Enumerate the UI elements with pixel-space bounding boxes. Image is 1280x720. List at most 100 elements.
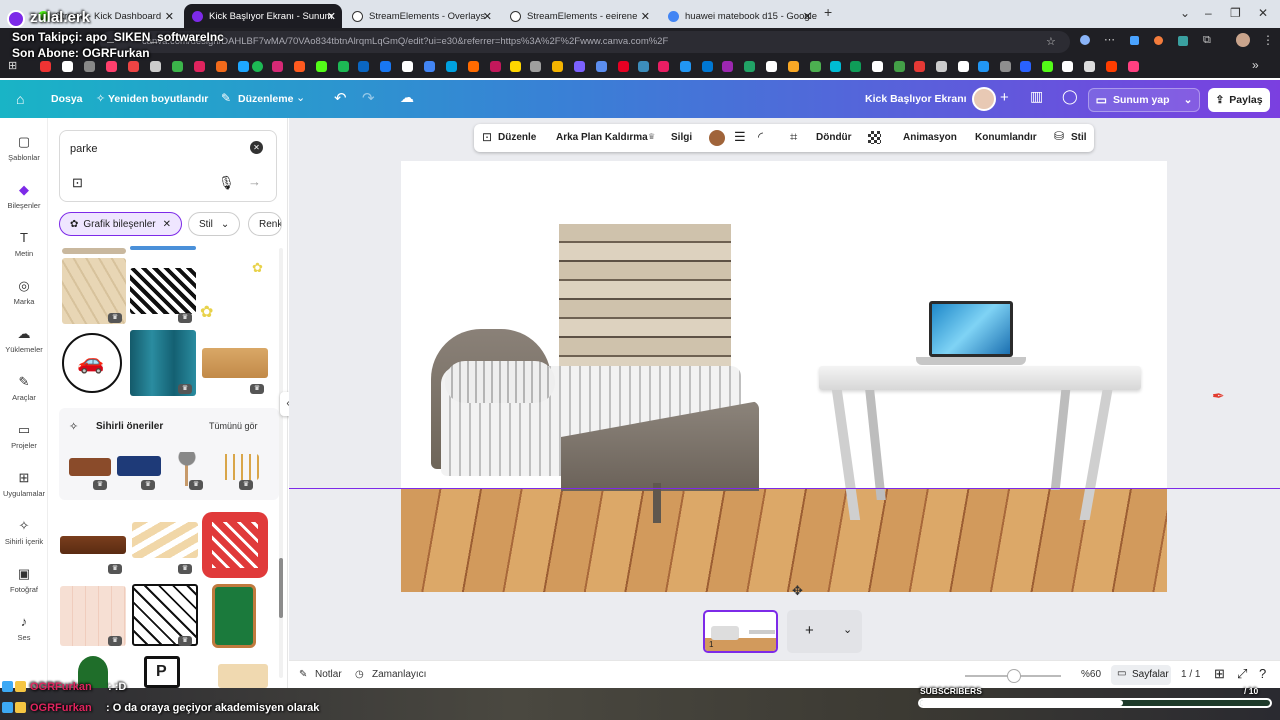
zoom-slider-thumb[interactable] bbox=[1007, 669, 1021, 683]
result-thumbnail-wood-planks[interactable] bbox=[132, 522, 198, 558]
bookmark-icon[interactable] bbox=[638, 61, 649, 72]
filter-chip-color[interactable]: Renk bbox=[248, 212, 282, 236]
undo-icon[interactable]: ↶ bbox=[334, 89, 347, 107]
extension-icon[interactable] bbox=[1178, 36, 1188, 46]
filter-chip-graphics[interactable]: ✿ Grafik bileşenler ✕ bbox=[59, 212, 183, 236]
tab-canva-design[interactable]: Kick Başlıyor Ekranı - Sunum ✕ bbox=[184, 4, 342, 28]
present-button[interactable]: ▭ Sunum yap ⌄ bbox=[1088, 88, 1200, 112]
bookmark-icon[interactable] bbox=[658, 61, 669, 72]
file-menu[interactable]: Dosya bbox=[51, 93, 83, 105]
bookmark-icon[interactable] bbox=[702, 61, 713, 72]
move-handle-icon[interactable]: ✥ bbox=[792, 583, 803, 599]
edit-button[interactable]: Düzenle bbox=[498, 132, 536, 143]
tab-search-chevron-icon[interactable]: ⌄ bbox=[1180, 6, 1190, 20]
suggestion-lamps[interactable] bbox=[219, 454, 259, 480]
bookmark-icon[interactable] bbox=[596, 61, 607, 72]
bookmark-icon[interactable] bbox=[1084, 61, 1095, 72]
bookmark-icon[interactable] bbox=[194, 61, 205, 72]
chevron-down-icon[interactable]: ⌄ bbox=[843, 623, 852, 636]
help-icon[interactable]: ? bbox=[1259, 666, 1266, 681]
result-thumbnail-car-icon[interactable]: 🚗 bbox=[62, 333, 122, 393]
rail-item[interactable]: ⊞ Uygulamalar bbox=[0, 470, 48, 498]
rail-item[interactable]: ✎ Araçlar bbox=[0, 374, 48, 402]
bookmark-icon[interactable] bbox=[238, 61, 249, 72]
transparency-icon[interactable] bbox=[868, 131, 881, 144]
bookmark-icon[interactable] bbox=[84, 61, 95, 72]
timer-button[interactable]: Zamanlayıcı bbox=[372, 669, 426, 680]
bookmark-icon[interactable] bbox=[978, 61, 989, 72]
search-input[interactable]: parke bbox=[70, 143, 98, 155]
bookmark-icon[interactable] bbox=[1062, 61, 1073, 72]
result-thumbnail-green-board[interactable] bbox=[212, 584, 256, 648]
bookmark-icon[interactable] bbox=[872, 61, 883, 72]
redo-icon[interactable]: ↷ bbox=[362, 89, 375, 107]
result-thumbnail-red-parquet[interactable] bbox=[202, 512, 268, 578]
pages-button[interactable]: ▭ Sayfalar bbox=[1111, 665, 1171, 685]
design-title[interactable]: Kick Başlıyor Ekranı bbox=[865, 93, 967, 105]
bookmark-icon[interactable] bbox=[1128, 61, 1139, 72]
bookmarks-more-icon[interactable]: » bbox=[1252, 58, 1259, 72]
bookmark-icon[interactable] bbox=[552, 61, 563, 72]
rail-item[interactable]: ▣ Fotoğraf bbox=[0, 566, 48, 594]
bookmark-icon[interactable] bbox=[216, 61, 227, 72]
page-thumbnail[interactable]: 1 bbox=[703, 610, 778, 653]
close-icon[interactable]: ✕ bbox=[803, 10, 812, 23]
extensions-puzzle-icon[interactable]: ⧉ bbox=[1203, 34, 1211, 47]
rail-item[interactable]: ✧ Sihirli İçerik bbox=[0, 518, 48, 546]
bookmark-icon[interactable] bbox=[106, 61, 117, 72]
bookmark-icon[interactable] bbox=[294, 61, 305, 72]
rail-item[interactable]: ◆ Bileşenler bbox=[0, 182, 48, 210]
bookmark-icon[interactable] bbox=[722, 61, 733, 72]
share-button[interactable]: ⇪ Paylaş bbox=[1208, 88, 1270, 112]
bookmark-icon[interactable] bbox=[618, 61, 629, 72]
bookmark-icon[interactable] bbox=[128, 61, 139, 72]
search-arrow-icon[interactable]: → bbox=[248, 174, 261, 189]
result-thumbnail-plank[interactable] bbox=[218, 664, 268, 688]
editing-mode-dropdown[interactable]: Düzenleme bbox=[238, 93, 293, 105]
window-close-icon[interactable]: ✕ bbox=[1258, 6, 1268, 20]
bookmark-icon[interactable] bbox=[446, 61, 457, 72]
bookmark-icon[interactable] bbox=[574, 61, 585, 72]
bookmark-icon[interactable] bbox=[1000, 61, 1011, 72]
add-page-button[interactable]: + ⌄ bbox=[787, 610, 862, 653]
suggestion-table[interactable] bbox=[69, 458, 111, 476]
filter-chip-style[interactable]: Stil ⌄ bbox=[188, 212, 241, 236]
bookmark-icon[interactable] bbox=[490, 61, 501, 72]
image-search-icon[interactable]: ⊡ bbox=[72, 175, 83, 191]
bookmark-icon[interactable] bbox=[358, 61, 369, 72]
restore-icon[interactable]: ❐ bbox=[1230, 6, 1241, 20]
result-thumbnail[interactable] bbox=[130, 246, 196, 250]
extension-icon[interactable] bbox=[1080, 35, 1090, 45]
rail-item[interactable]: ▭ Projeler bbox=[0, 422, 48, 450]
new-tab-icon[interactable]: + bbox=[824, 4, 832, 20]
bookmark-icon[interactable] bbox=[894, 61, 905, 72]
tab-google-search[interactable]: huawei matebook d15 - Google ✕ bbox=[660, 4, 818, 28]
extension-icon[interactable] bbox=[1130, 36, 1139, 45]
extension-icon[interactable]: ⋯ bbox=[1104, 33, 1115, 46]
chevron-down-icon[interactable]: ⌄ bbox=[296, 91, 305, 104]
flower-sticker-icon[interactable]: ✿ bbox=[200, 302, 213, 322]
bookmark-star-icon[interactable]: ☆ bbox=[1046, 35, 1056, 48]
chevron-down-icon[interactable]: ⌄ bbox=[1184, 94, 1193, 106]
bookmark-icon[interactable] bbox=[850, 61, 861, 72]
crop-icon[interactable]: ⌗ bbox=[790, 129, 797, 145]
url-bar[interactable]: canva.com/design/DAHLBF7wMA/70VAo834tbtn… bbox=[100, 31, 1070, 53]
bookmark-icon[interactable] bbox=[40, 61, 51, 72]
bookmark-icon[interactable] bbox=[680, 61, 691, 72]
zoom-level[interactable]: %60 bbox=[1081, 669, 1101, 680]
wood-floor-graphic[interactable] bbox=[401, 488, 1167, 592]
result-thumbnail-parking-sign[interactable]: P bbox=[144, 656, 180, 688]
analytics-chart-icon[interactable]: ▥ bbox=[1030, 88, 1043, 105]
bookmark-icon[interactable] bbox=[172, 61, 183, 72]
bookmark-icon[interactable] bbox=[338, 61, 349, 72]
bookmark-icon[interactable] bbox=[424, 61, 435, 72]
bookmark-icon[interactable] bbox=[150, 61, 161, 72]
bookmark-icon[interactable] bbox=[252, 61, 263, 72]
corner-rounding-icon[interactable]: ◜ bbox=[758, 129, 763, 145]
tab-streamelements-eeirene[interactable]: StreamElements - eeirene ✕ bbox=[502, 4, 656, 28]
bookmark-icon[interactable] bbox=[958, 61, 969, 72]
close-icon[interactable]: ✕ bbox=[163, 219, 171, 230]
grid-view-icon[interactable]: ⊞ bbox=[1214, 666, 1225, 682]
design-page[interactable] bbox=[401, 161, 1167, 592]
add-collaborator-icon[interactable]: + bbox=[1000, 89, 1009, 106]
